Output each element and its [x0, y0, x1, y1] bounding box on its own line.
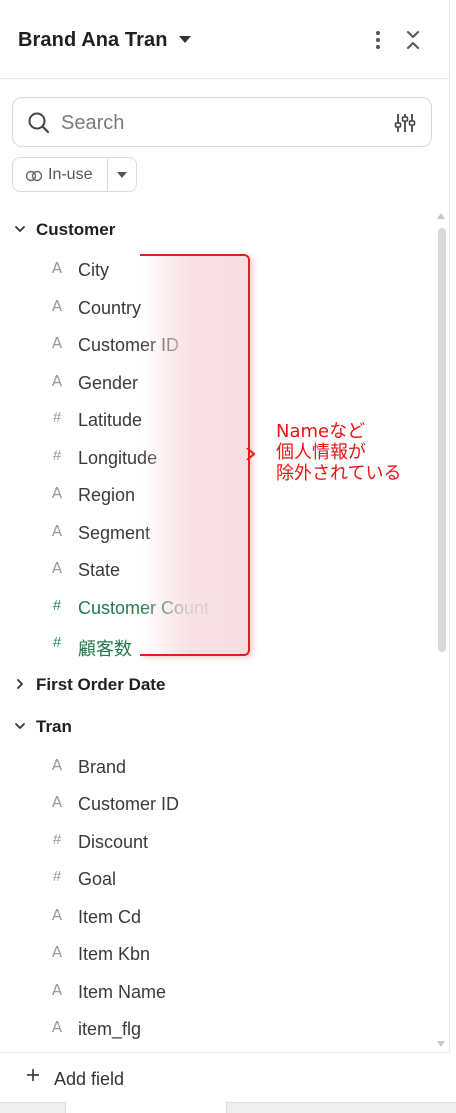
group-label: Tran: [36, 717, 72, 736]
group-first-order-date[interactable]: First Order Date: [0, 669, 430, 699]
search-icon: [27, 111, 51, 135]
field-label: Item Name: [78, 982, 167, 1002]
annotation-highlight-box: [140, 254, 250, 656]
scrollbar-thumb[interactable]: [438, 228, 446, 652]
chevron-down-icon[interactable]: [14, 719, 26, 731]
scroll-up-arrow[interactable]: [437, 213, 445, 219]
field-item-cd[interactable]: A Item Cd: [0, 900, 430, 934]
more-options-icon[interactable]: [368, 28, 388, 52]
field-label: Item Cd: [78, 907, 142, 927]
text-type-icon: A: [51, 1018, 63, 1036]
datasource-title[interactable]: Brand Ana Tran: [18, 29, 168, 52]
divider: [107, 158, 108, 191]
number-type-icon: #: [52, 447, 62, 464]
field-customer-id[interactable]: A Customer ID: [0, 787, 430, 821]
brace-notch: [246, 447, 256, 461]
field-label: Latitude: [78, 410, 143, 430]
text-type-icon: A: [51, 981, 63, 999]
add-field-button[interactable]: Add field: [54, 1069, 124, 1090]
data-panel: Brand Ana Tran Search In-use Customer A …: [0, 0, 450, 1113]
chevron-down-icon[interactable]: [14, 222, 26, 234]
group-customer[interactable]: Customer: [0, 214, 430, 244]
field-label: Region: [78, 485, 136, 505]
text-type-icon: A: [51, 334, 63, 352]
field-label: State: [78, 560, 121, 580]
field-label: Gender: [78, 373, 139, 393]
field-label: Customer ID: [78, 794, 180, 814]
add-field-bar[interactable]: Add field: [0, 1052, 450, 1102]
field-label: Item Kbn: [78, 944, 151, 964]
text-type-icon: A: [51, 906, 63, 924]
measure-type-icon: #: [52, 597, 62, 614]
field-item-name[interactable]: A Item Name: [0, 975, 430, 1009]
field-discount[interactable]: # Discount: [0, 825, 430, 859]
in-use-filter-select[interactable]: In-use: [12, 157, 137, 192]
field-brand[interactable]: A Brand: [0, 750, 430, 784]
bottom-tab[interactable]: [65, 1101, 227, 1113]
annotation-note: Nameなど 個人情報が 除外されている: [276, 421, 401, 484]
group-label: First Order Date: [36, 675, 166, 694]
text-type-icon: A: [51, 297, 63, 315]
text-type-icon: A: [51, 259, 63, 277]
group-label: Customer: [36, 220, 116, 239]
annotation-line: 個人情報が: [276, 442, 366, 463]
text-type-icon: A: [51, 793, 63, 811]
field-label: 顧客数: [78, 639, 132, 659]
scroll-down-arrow[interactable]: [437, 1041, 445, 1047]
text-type-icon: A: [51, 372, 63, 390]
text-type-icon: A: [51, 484, 63, 502]
search-box: [12, 97, 432, 147]
group-tran[interactable]: Tran: [0, 711, 430, 741]
chevron-right-icon[interactable]: [14, 677, 26, 689]
collapse-icon[interactable]: [402, 28, 424, 52]
search-input[interactable]: [61, 111, 361, 135]
chevron-down-icon[interactable]: [117, 172, 127, 178]
field-item-kbn[interactable]: A Item Kbn: [0, 937, 430, 971]
field-label: Discount: [78, 832, 149, 852]
field-label: Country: [78, 298, 142, 318]
field-label: Brand: [78, 757, 127, 777]
text-type-icon: A: [51, 522, 63, 540]
measure-type-icon: #: [52, 634, 62, 651]
number-type-icon: #: [52, 868, 62, 885]
panel-header: Brand Ana Tran: [0, 0, 450, 79]
plus-icon[interactable]: [26, 1068, 40, 1082]
text-type-icon: A: [51, 756, 63, 774]
text-type-icon: A: [51, 559, 63, 577]
filter-settings-icon[interactable]: [393, 111, 417, 135]
field-label: City: [78, 260, 109, 280]
number-type-icon: #: [52, 409, 62, 426]
annotation-line: Nameなど: [276, 421, 366, 442]
field-label: Goal: [78, 869, 117, 889]
field-goal[interactable]: # Goal: [0, 862, 430, 896]
toggle-icon: [25, 169, 43, 182]
field-label: item_flg: [78, 1019, 142, 1039]
annotation-line: 除外されている: [276, 463, 402, 484]
number-type-icon: #: [52, 831, 62, 848]
field-item-flg[interactable]: A item_flg: [0, 1012, 430, 1046]
text-type-icon: A: [51, 943, 63, 961]
in-use-label: In-use: [48, 166, 93, 183]
caret-down-icon[interactable]: [179, 36, 191, 43]
